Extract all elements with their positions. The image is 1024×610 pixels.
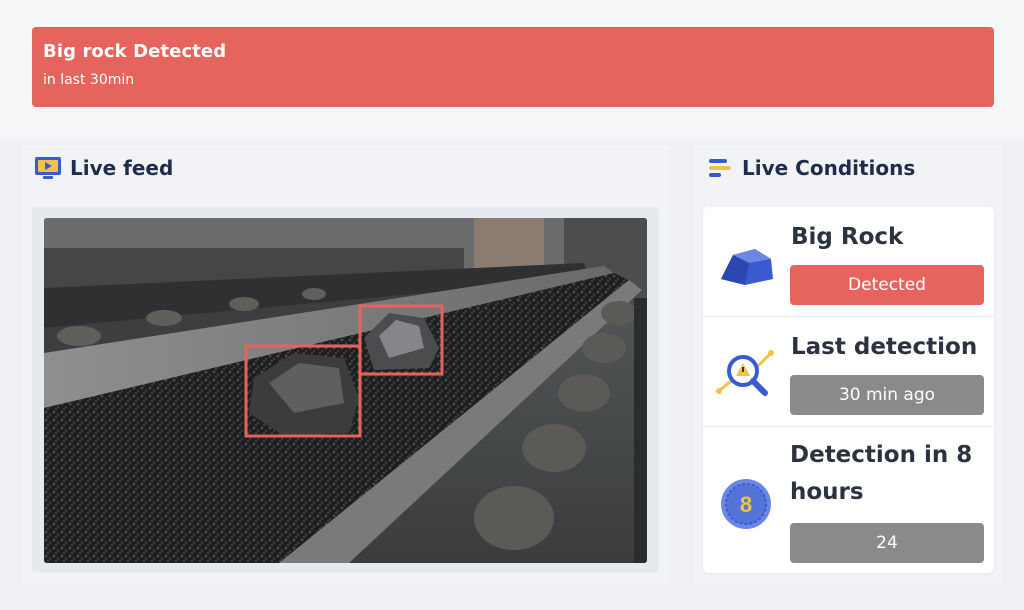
live-conditions-title: Live Conditions [742,156,916,180]
alert-banner[interactable]: Big rock Detected in last 30min [32,27,994,107]
condition-label: Last detection [791,334,978,360]
list-bars-icon [706,155,734,181]
condition-big-rock: Big Rock Detected [703,207,994,317]
video-play-icon [34,155,62,181]
condition-label: Big Rock [791,224,904,250]
svg-text:8: 8 [740,492,752,517]
condition-detections-8h: 8 Detection in 8 hours 24 [703,427,994,573]
live-conditions-header: Live Conditions [706,155,915,181]
section-heading-cut [36,0,206,9]
live-feed-title: Live feed [70,156,174,180]
coin-8-icon: 8 [715,473,777,535]
live-feed-panel: Live feed [22,145,670,585]
alert-title: Big rock Detected [43,41,227,62]
conditions-card: Big Rock Detected Last detection 30 min … [703,207,994,573]
condition-label: Detection in 8 hours [790,442,973,505]
search-chart-icon [715,341,777,403]
rock-icon [715,233,777,295]
live-feed-header: Live feed [34,155,173,181]
condition-last-detection: Last detection 30 min ago [703,317,994,427]
condition-value-badge: 30 min ago [790,375,984,415]
alert-subtitle: in last 30min [43,72,135,88]
condition-value-badge: 24 [790,523,984,563]
condition-status-badge: Detected [790,265,984,305]
camera-feed-image[interactable] [44,218,647,563]
live-conditions-panel: Live Conditions Big Rock Detected Last d… [694,145,1002,585]
alerts-section: Big rock Detected in last 30min [0,0,1024,140]
feed-frame [32,207,659,573]
